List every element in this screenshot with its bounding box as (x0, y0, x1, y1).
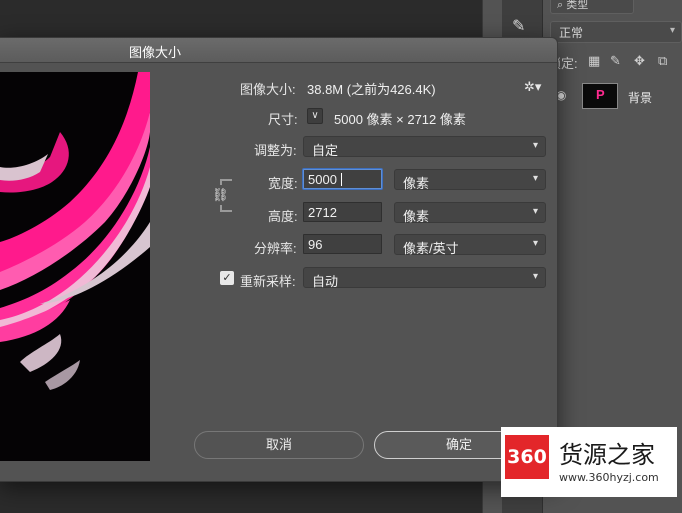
height-value: 2712 (308, 205, 337, 220)
chain-link-icon[interactable]: ⛓ (212, 185, 229, 205)
chevron-down-icon: ▾ (669, 25, 675, 36)
resolution-value: 96 (308, 237, 323, 252)
height-input[interactable]: 2712 (303, 202, 382, 222)
resample-value: 自动 (312, 274, 339, 289)
image-size-dialog: 图像大小 ✲▾ 图像大小: 38.8M (之前为426.4K) 尺寸: ∨ 50… (0, 37, 558, 482)
preview-artwork (0, 72, 150, 461)
layer-name[interactable]: 背景 (628, 89, 652, 106)
dimensions-unit-toggle[interactable]: ∨ (307, 108, 323, 124)
lock-artboard-icon[interactable]: ⧉ (658, 53, 667, 69)
cancel-button[interactable]: 取消 (194, 431, 364, 459)
lock-pixels-icon[interactable]: ▦ (588, 53, 600, 69)
width-unit-value: 像素 (403, 176, 430, 191)
brush-icon[interactable]: ✎ (512, 16, 525, 36)
width-input[interactable]: 5000 (303, 169, 382, 189)
lock-position-icon[interactable]: ✥ (634, 53, 645, 69)
text-caret (341, 173, 342, 186)
image-preview[interactable] (0, 72, 150, 461)
chevron-down-icon: ▾ (532, 271, 538, 282)
resolution-input[interactable]: 96 (303, 234, 382, 254)
fit-to-label: 调整为: (254, 143, 297, 158)
layer-filter-label: ⌕ 类型 (557, 0, 589, 11)
height-unit-select[interactable]: 像素 ▾ (394, 202, 546, 224)
watermark-title: 货源之家 (559, 441, 655, 469)
layer-filter-select[interactable]: ⌕ 类型 (550, 0, 634, 14)
gear-icon[interactable]: ✲▾ (524, 79, 541, 95)
dimensions-label: 尺寸: (268, 112, 298, 127)
resample-label: 重新采样: (240, 274, 296, 289)
blend-mode-select[interactable]: 正常 ▾ (550, 21, 682, 43)
fit-to-select[interactable]: 自定 ▾ (303, 136, 546, 158)
lock-brush-icon[interactable]: ✎ (610, 53, 621, 69)
chevron-down-icon: ▾ (532, 140, 538, 151)
width-value: 5000 (308, 172, 337, 187)
lock-row: 锁定: ▦ ✎ ✥ ⧉ (548, 52, 682, 72)
watermark-logo: 360 (505, 435, 549, 479)
resolution-label: 分辨率: (254, 241, 297, 256)
width-label: 宽度: (268, 176, 298, 191)
dialog-title: 图像大小 (128, 45, 181, 60)
resolution-unit-select[interactable]: 像素/英寸 ▾ (394, 234, 546, 256)
chevron-down-icon: ▾ (532, 238, 538, 249)
blend-mode-value: 正常 (559, 26, 584, 40)
height-unit-value: 像素 (403, 209, 430, 224)
watermark: 360 货源之家 www.360hyzj.com (501, 427, 677, 497)
resample-checkbox[interactable]: ✓ (220, 271, 234, 285)
resolution-unit-value: 像素/英寸 (403, 241, 459, 256)
fit-to-value: 自定 (312, 143, 339, 158)
dialog-titlebar[interactable]: 图像大小 (0, 38, 557, 63)
width-unit-select[interactable]: 像素 ▾ (394, 169, 546, 191)
image-size-label: 图像大小: (240, 82, 296, 97)
layer-thumbnail: P (582, 83, 618, 109)
image-size-value: 38.8M (之前为426.4K) (307, 82, 436, 97)
watermark-url: www.360hyzj.com (559, 471, 659, 484)
dimensions-value: 5000 像素 × 2712 像素 (334, 112, 466, 127)
chevron-down-icon: ▾ (532, 173, 538, 184)
resample-select[interactable]: 自动 ▾ (303, 267, 546, 289)
thumbnail-letter: P (596, 87, 605, 102)
chevron-down-icon: ▾ (532, 206, 538, 217)
height-label: 高度: (268, 209, 298, 224)
